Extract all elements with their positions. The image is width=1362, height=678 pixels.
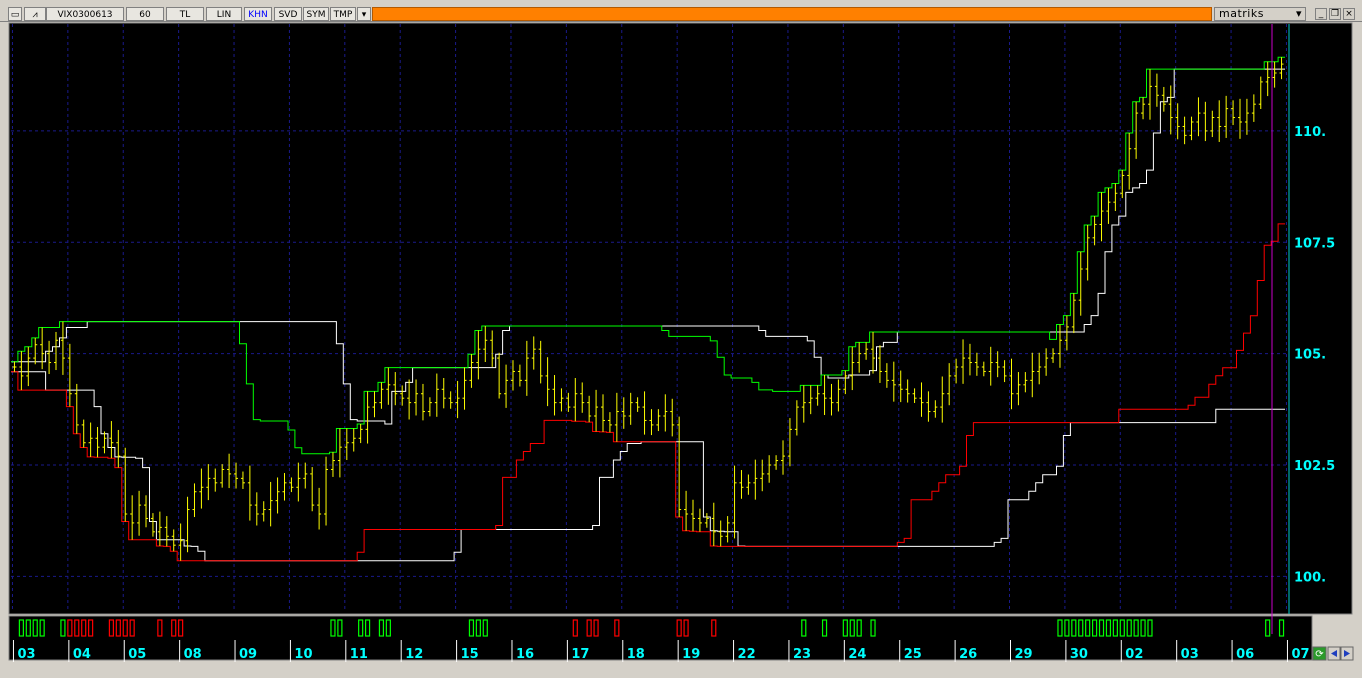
period-button[interactable]: 60: [126, 7, 164, 21]
x-tick-label: 22: [738, 647, 756, 662]
refresh-icon[interactable]: ⟳: [1312, 646, 1327, 661]
x-tick-label: 09: [239, 647, 257, 662]
x-tick-label: 11: [350, 647, 368, 662]
x-tick-label: 30: [1070, 647, 1088, 662]
restore-icon[interactable]: ❐: [1329, 8, 1341, 20]
brand-label: matriks: [1219, 7, 1264, 20]
y-tick-label: 105.: [1294, 348, 1326, 363]
x-tick-label: 24: [848, 647, 866, 662]
x-tick-label: 16: [516, 647, 534, 662]
x-tick-label: 02: [1125, 647, 1143, 662]
close-icon[interactable]: ×: [1343, 8, 1355, 20]
sym-button[interactable]: SYM: [303, 7, 329, 21]
price-chart[interactable]: 100. 102.5 105. 107.5 110. 03 04 05 08 09 10 11 12 1…: [0, 22, 1362, 674]
title-bar: [372, 7, 1212, 21]
x-tick-label: 19: [682, 647, 700, 662]
khn-button[interactable]: KHN: [244, 7, 272, 21]
chart-type-icon[interactable]: ⩘: [24, 7, 46, 21]
x-tick-label: 15: [461, 647, 479, 662]
x-tick-label: 06: [1236, 647, 1254, 662]
brand-dropdown-icon[interactable]: ▾: [1296, 8, 1302, 20]
x-tick-label: 18: [627, 647, 645, 662]
x-tick-label: 25: [904, 647, 922, 662]
currency-button[interactable]: TL: [166, 7, 204, 21]
x-tick-label: 26: [959, 647, 977, 662]
y-tick-label: 102.5: [1294, 459, 1335, 474]
x-tick-label: 07: [1291, 647, 1309, 662]
scroll-left-icon[interactable]: [1327, 646, 1341, 661]
x-tick-label: 23: [793, 647, 811, 662]
brand-logo: matriks ▾: [1214, 7, 1306, 21]
x-tick-label: 12: [405, 647, 423, 662]
tmp-dropdown-icon[interactable]: ▾: [357, 7, 371, 21]
x-tick-label: 05: [128, 647, 146, 662]
chart-menu-icon[interactable]: ▭: [8, 7, 22, 21]
scale-button[interactable]: LIN: [206, 7, 242, 21]
scroll-right-icon[interactable]: [1340, 646, 1354, 661]
svd-button[interactable]: SVD: [274, 7, 302, 21]
x-tick-label: 29: [1015, 647, 1033, 662]
x-tick-label: 04: [73, 647, 91, 662]
minimize-icon[interactable]: _: [1315, 8, 1327, 20]
svg-text:⟳: ⟳: [1315, 649, 1324, 660]
chart-toolbar: ▭ ⩘ VIX0300613 60 TL LIN KHN SVD SYM TMP…: [0, 0, 1362, 22]
chart-area: 100. 102.5 105. 107.5 110. 03 04 05 08 09 10 11 12 1…: [0, 22, 1362, 674]
symbol-button[interactable]: VIX0300613: [46, 7, 124, 21]
x-tick-label: 08: [184, 647, 202, 662]
x-tick-label: 17: [571, 647, 589, 662]
y-tick-label: 100.: [1294, 570, 1326, 585]
x-tick-label: 10: [294, 647, 312, 662]
y-tick-label: 107.5: [1294, 236, 1335, 251]
x-tick-label: 03: [1181, 647, 1199, 662]
y-tick-label: 110.: [1294, 125, 1326, 140]
x-tick-label: 03: [17, 647, 35, 662]
tmp-button[interactable]: TMP: [330, 7, 356, 21]
